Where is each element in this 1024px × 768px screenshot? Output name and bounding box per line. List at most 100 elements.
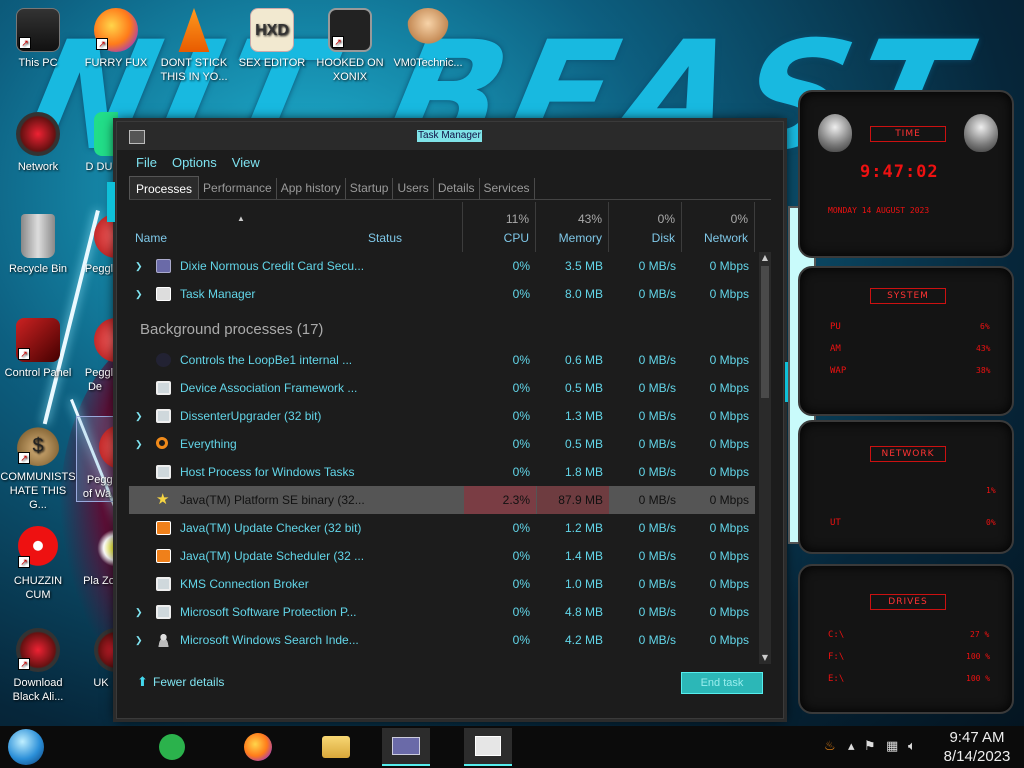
window-frame-decoration: [107, 182, 115, 222]
expand-chevron-icon[interactable]: ❯: [135, 280, 145, 308]
scroll-up-arrow-icon[interactable]: ▲: [759, 252, 771, 264]
file-explorer-icon[interactable]: [312, 728, 360, 766]
desktop-icon-uk[interactable]: UK: [72, 628, 118, 690]
feedly-icon[interactable]: [148, 728, 196, 766]
desktop-icon-network[interactable]: Network: [0, 112, 76, 174]
chuzzle-icon: ↗: [16, 526, 60, 570]
process-row-selected[interactable]: ★ Java(TM) Platform SE binary (32... 2.3…: [129, 486, 755, 514]
task-manager-window[interactable]: Task Manager File Options View Processes…: [107, 121, 793, 719]
process-row[interactable]: ❯ DissenterUpgrader (32 bit) 0% 1.3 MB 0…: [129, 402, 755, 430]
expand-chevron-icon[interactable]: ❯: [135, 430, 145, 458]
user-icon: [156, 633, 171, 647]
hxd-editor-icon: HXD: [250, 8, 294, 52]
xonix-game-icon: ↗: [328, 8, 372, 52]
taskbar: ♨ ▴ ⚑ ▦ 🔈︎ 9:47 AM 8/14/2023: [0, 726, 1024, 768]
desktop-icon-peggle[interactable]: Peggl: [72, 214, 118, 276]
desktop-icon-peggle-wa[interactable]: Peggl of Wa: [76, 416, 118, 502]
expand-chevron-icon[interactable]: ❯: [135, 252, 145, 280]
tab-app-history[interactable]: App history: [277, 178, 346, 199]
column-header-memory[interactable]: 43% Memory: [536, 202, 609, 252]
vertical-scrollbar[interactable]: ▲ ▼: [759, 252, 771, 664]
process-row[interactable]: Device Association Framework ... 0% 0.5 …: [129, 374, 755, 402]
desktop-icon-sex-editor[interactable]: HXD SEX EDITOR: [234, 8, 310, 70]
expand-chevron-icon[interactable]: ❯: [135, 626, 145, 654]
process-row[interactable]: Java(TM) Update Checker (32 bit) 0% 1.2 …: [129, 514, 755, 542]
task-manager-icon: [156, 287, 171, 301]
process-row[interactable]: ❯ Microsoft Windows Search Inde... 0% 4.…: [129, 626, 755, 654]
scroll-thumb[interactable]: [761, 266, 769, 398]
time-gadget[interactable]: TIME 9:47:02 MONDAY 14 AUGUST 2023: [798, 90, 1014, 258]
desktop-icon-communists[interactable]: $ ↗ COMMUNISTS HATE THIS G...: [0, 422, 76, 512]
clock-time: 9:47 AM: [949, 729, 1005, 746]
tab-details[interactable]: Details: [434, 178, 480, 199]
show-hidden-icons-icon[interactable]: ▴: [848, 739, 855, 754]
desktop-icon-recycle-bin[interactable]: Recycle Bin: [0, 214, 76, 276]
fewer-details-link[interactable]: ⬆ Fewer details: [137, 674, 224, 690]
start-button[interactable]: [8, 729, 44, 765]
process-row[interactable]: Java(TM) Update Scheduler (32 ... 0% 1.4…: [129, 542, 755, 570]
column-header-name[interactable]: ▲ Name: [129, 202, 362, 252]
desktop-icon-this-pc[interactable]: ↗ This PC: [0, 8, 76, 70]
taskbar-clock[interactable]: 9:47 AM 8/14/2023: [935, 728, 1019, 766]
desktop-icon-furry-fux[interactable]: ↗ FURRY FUX: [78, 8, 154, 70]
desktop-icon-label: Peggl De: [84, 367, 114, 393]
desktop-icon-label: FURRY FUX: [84, 57, 148, 69]
desktop-icon-dont-stick[interactable]: DONT STICK THIS IN YO...: [156, 8, 232, 84]
process-row[interactable]: Controls the LoopBe1 internal ... 0% 0.6…: [129, 346, 755, 374]
desktop-icon-download-black-ali[interactable]: ↗ Download Black Ali...: [0, 628, 76, 704]
window-title: Task Manager: [417, 130, 482, 142]
network-out-label: UT: [830, 518, 841, 528]
drives-gadget[interactable]: DRIVES C:\ 27 % F:\ 100 % E:\ 100 %: [798, 564, 1014, 714]
desktop-icon-peggle-deluxe[interactable]: Peggl De: [72, 318, 118, 394]
process-row[interactable]: ❯ Microsoft Software Protection P... 0% …: [129, 598, 755, 626]
volume-icon[interactable]: 🔈︎: [908, 739, 916, 754]
column-header-cpu[interactable]: 11% CPU: [463, 202, 536, 252]
tab-services[interactable]: Services: [480, 178, 535, 199]
drive-label: E:\: [828, 674, 845, 684]
java-tray-icon[interactable]: ♨: [824, 739, 836, 754]
process-row[interactable]: ❯ Everything 0% 0.5 MB 0 MB/s 0 Mbps: [129, 430, 755, 458]
menu-options[interactable]: Options: [165, 152, 225, 174]
clock-date: 8/14/2023: [943, 748, 1011, 765]
tab-startup[interactable]: Startup: [346, 178, 394, 199]
desktop-icon-label: D DU: [85, 161, 113, 173]
desktop-icon-vm0technic[interactable]: VM0Technic...: [390, 8, 466, 70]
cpu-value: 6%: [980, 322, 990, 331]
network-gadget[interactable]: NETWORK 1% UT 0%: [798, 420, 1014, 554]
vlc-cone-icon: [178, 8, 210, 52]
desktop-icon-pla-zo[interactable]: Pla Zo: [72, 526, 118, 588]
process-row[interactable]: Host Process for Windows Tasks 0% 1.8 MB…: [129, 458, 755, 486]
ram-value: 43%: [976, 344, 991, 353]
gadget-title: TIME: [870, 126, 946, 142]
task-manager-icon[interactable]: [464, 728, 512, 766]
end-task-button[interactable]: End task: [681, 672, 763, 694]
tab-users[interactable]: Users: [393, 178, 434, 199]
system-gadget[interactable]: SYSTEM PU 6% AM 43% WAP 38%: [798, 266, 1014, 416]
desktop-icon-du[interactable]: D DU: [72, 112, 118, 174]
loopbe-icon: [156, 353, 171, 367]
menu-file[interactable]: File: [129, 152, 165, 174]
expand-chevron-icon[interactable]: ❯: [135, 598, 145, 626]
action-center-flag-icon[interactable]: ⚑: [864, 739, 876, 754]
drive-label: C:\: [828, 630, 845, 640]
expand-chevron-icon[interactable]: ❯: [135, 402, 145, 430]
credit-card-app-icon[interactable]: [382, 728, 430, 766]
tab-processes[interactable]: Processes: [129, 176, 200, 199]
desktop-icon-chuzzin-cum[interactable]: ↗ CHUZZIN CUM: [0, 526, 76, 602]
process-list: ❯ Dixie Normous Credit Card Secu... 0% 3…: [129, 252, 755, 664]
desktop-icon-hooked-on-xonix[interactable]: ↗ HOOKED ON XONIX: [312, 8, 388, 84]
desktop-icon-control-panel[interactable]: ↗ Control Panel: [0, 318, 76, 380]
process-row[interactable]: KMS Connection Broker 0% 1.0 MB 0 MB/s 0…: [129, 570, 755, 598]
network-status-icon[interactable]: ▦: [886, 739, 898, 754]
process-row[interactable]: ❯ Task Manager 0% 8.0 MB 0 MB/s 0 Mbps: [129, 280, 755, 308]
column-header-disk[interactable]: 0% Disk: [609, 202, 682, 252]
tab-performance[interactable]: Performance: [199, 178, 277, 199]
process-row[interactable]: ❯ Dixie Normous Credit Card Secu... 0% 3…: [129, 252, 755, 280]
title-bar[interactable]: Task Manager: [117, 122, 783, 150]
firefox-icon[interactable]: [234, 728, 282, 766]
column-header-network[interactable]: 0% Network: [682, 202, 755, 252]
credit-card-icon: [156, 259, 171, 273]
menu-view[interactable]: View: [225, 152, 268, 174]
window-footer: ⬆ Fewer details End task: [117, 654, 783, 718]
column-header-status[interactable]: Status: [362, 202, 463, 252]
